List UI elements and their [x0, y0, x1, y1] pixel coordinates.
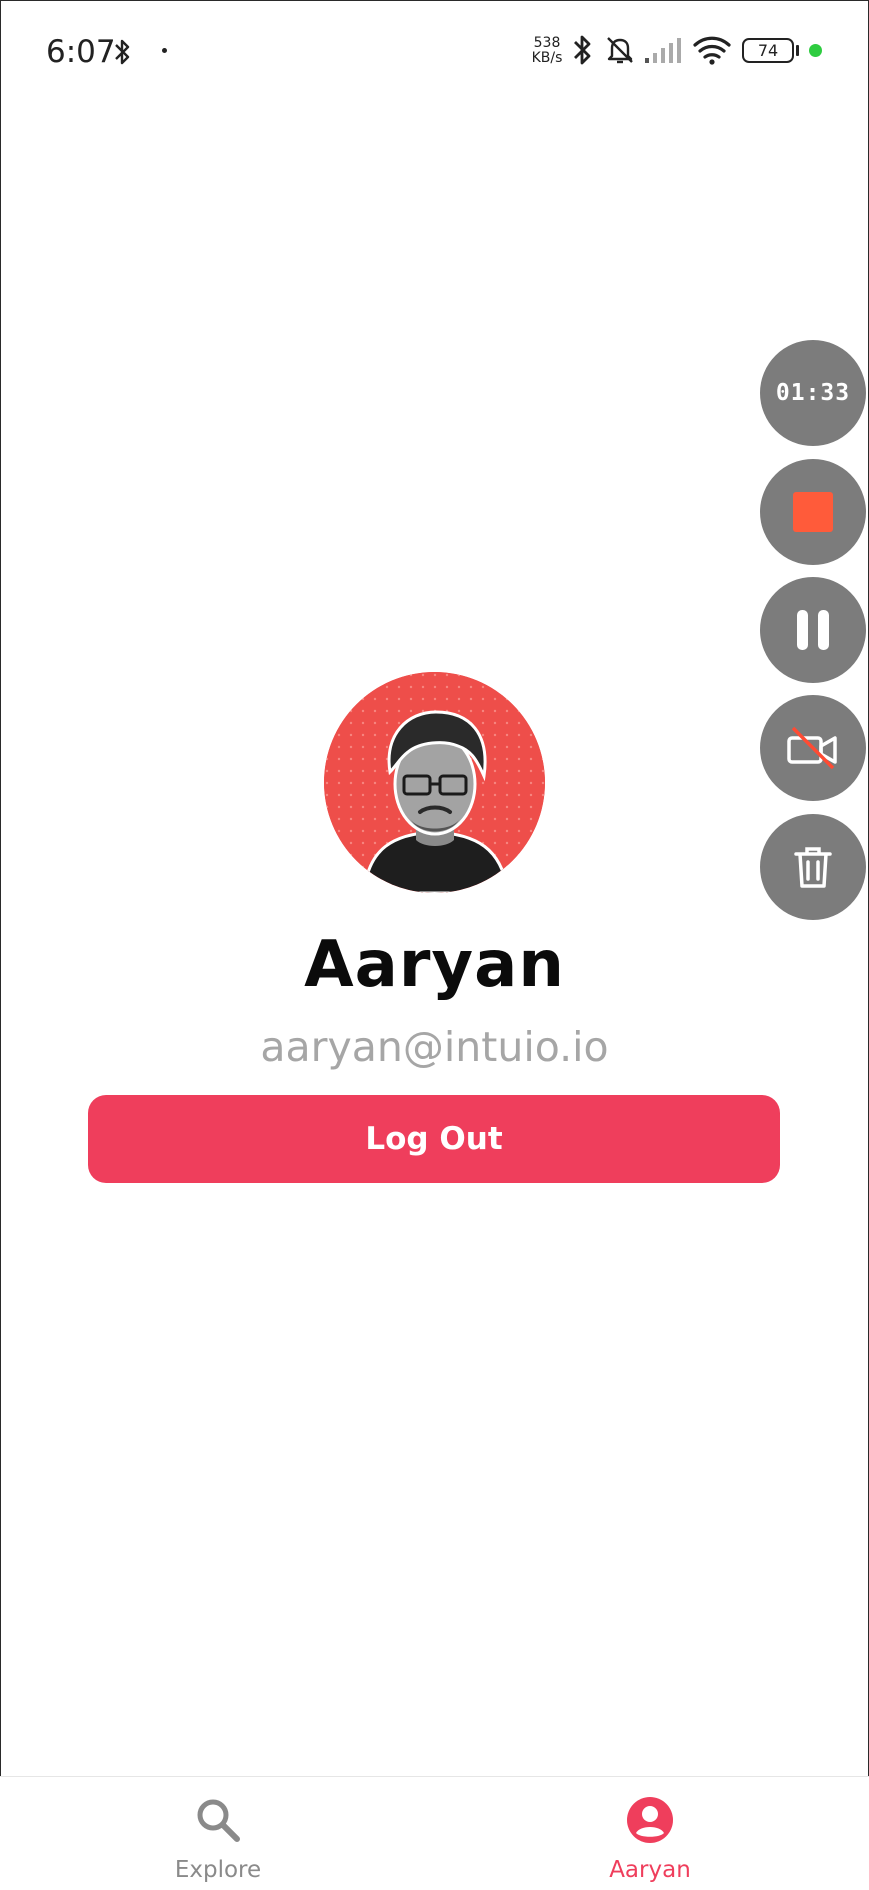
bell-off-icon — [607, 37, 633, 64]
nav-item-profile[interactable]: Aaryan — [550, 1777, 750, 1890]
battery-level: 74 — [757, 41, 779, 60]
user-email: aaryan@intuio.io — [260, 1023, 609, 1071]
avatar — [324, 672, 545, 893]
stop-icon — [793, 492, 833, 532]
bluetooth-icon — [574, 35, 591, 65]
network-speed-unit: KB/s — [531, 50, 563, 66]
nav-label-explore: Explore — [174, 1857, 262, 1883]
camera-off-icon — [787, 726, 837, 770]
green-dot-indicator — [809, 44, 822, 57]
user-name: Aaryan — [304, 928, 565, 1002]
stop-recording-button[interactable] — [760, 459, 866, 565]
network-speed: 538 KB/s — [530, 36, 564, 66]
recording-timer[interactable]: 01:33 — [760, 340, 866, 446]
network-speed-value: 538 — [533, 35, 561, 51]
bottom-navigation: Explore Aaryan — [0, 1776, 869, 1890]
nav-item-explore[interactable]: Explore — [118, 1777, 318, 1890]
status-bar: 6:07 538 KB/s 74 — [0, 0, 869, 100]
search-icon — [197, 1799, 240, 1842]
bluetooth-icon — [115, 39, 130, 65]
log-out-button[interactable]: Log Out — [88, 1095, 780, 1183]
wifi-icon — [693, 36, 731, 65]
trash-icon — [794, 847, 832, 888]
user-circle-icon — [627, 1797, 673, 1843]
delete-recording-button[interactable] — [760, 814, 866, 920]
pause-recording-button[interactable] — [760, 577, 866, 683]
camera-toggle-button[interactable] — [760, 695, 866, 801]
recording-timer-text: 01:33 — [775, 380, 851, 406]
profile-photo — [324, 672, 545, 893]
battery-cap — [796, 45, 799, 56]
signal-icon — [645, 38, 681, 63]
battery-icon: 74 — [742, 38, 794, 63]
nav-label-profile: Aaryan — [609, 1857, 691, 1883]
status-time: 6:07 — [46, 34, 116, 70]
pause-icon — [797, 610, 829, 650]
dot-icon — [162, 48, 167, 53]
